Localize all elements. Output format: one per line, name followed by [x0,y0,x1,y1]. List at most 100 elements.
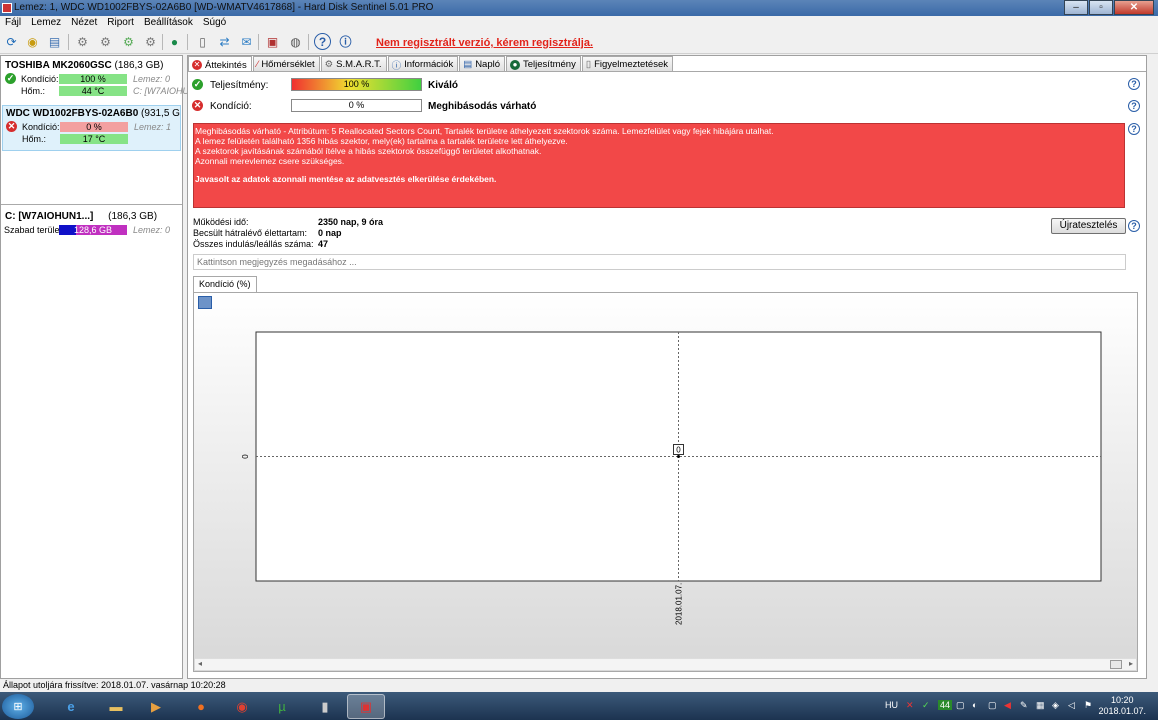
temperature-bar: 17 °C [60,134,128,144]
disk-details-icon[interactable]: ◉ [24,33,41,50]
temperature-tray-badge[interactable]: 44 [938,700,953,710]
help-icon[interactable]: ? [1128,123,1140,135]
chart-tab-condition[interactable]: Kondíció (%) [193,276,257,292]
minimize-button[interactable]: – [1064,0,1088,15]
condition-label: Kondíció: [21,74,59,84]
disk-size: (186,3 GB) [114,60,164,71]
menu-settings[interactable]: Beállítások [139,16,198,30]
phone-app-icon[interactable]: ▮ [306,694,344,719]
remaining-label: Becsült hátralévő élettartam: [193,228,308,238]
tab-temperature[interactable]: ∕ Hőmérséklet [252,56,320,71]
menu-file[interactable]: Fájl [0,16,26,30]
tab-log[interactable]: ▤ Napló [459,56,506,71]
disk-test-icon[interactable]: ⚙ [97,33,114,50]
disk-size: (931,5 GB) [141,108,180,119]
scroll-thumb[interactable] [1110,660,1122,669]
about-icon[interactable]: ⓘ [337,33,354,50]
menu-bar: Fájl Lemez Nézet Riport Beállítások Súgó [0,16,1158,30]
help-icon[interactable]: ? [1128,78,1140,90]
options-icon[interactable]: ◍ [287,33,304,50]
disk-ok-icon[interactable]: ⚙ [120,33,137,50]
scroll-right-icon[interactable]: ▸ [1129,659,1133,668]
condition-bar: 0 % [60,122,128,132]
alerts-icon: ▯ [585,59,592,70]
thermometer-icon: ∕ [256,59,259,70]
clock-time: 10:20 [1110,695,1134,705]
window-title-bar: Lemez: 1, WDC WD1002FBYS-02A6B0 [WD-WMAT… [0,0,1158,16]
tab-smart[interactable]: ⚙ S.M.A.R.T. [320,56,387,71]
registration-link[interactable]: Nem regisztrált verzió, kérem regisztrál… [376,37,593,49]
alert-line: A szektorok javításának számából ítélve … [195,146,542,156]
tab-performance[interactable]: ● Teljesítmény [506,56,581,71]
help-icon[interactable]: ? [1128,100,1140,112]
main-panel: ✕ Áttekintés ∕ Hőmérséklet ⚙ S.M.A.R.T. ⓘ In… [187,55,1147,679]
retest-button[interactable]: Újratesztelés [1051,218,1126,234]
menu-disk[interactable]: Lemez [26,16,66,30]
action-center-icon[interactable]: ⚑ [1084,700,1092,711]
chart-scrollbar[interactable]: ◂ ▸ [195,658,1136,670]
hds-tray-icon[interactable]: ✕ [906,700,914,711]
refresh-icon[interactable]: ⟳ [3,33,20,50]
performance-bar: 100 % [291,78,422,91]
remaining-value: 0 nap [318,228,342,238]
free-space-label: Szabad terület [4,225,63,235]
network-icon[interactable]: ● [166,33,183,50]
tray-icon[interactable]: ✎ [1020,700,1028,711]
start-button[interactable]: ⊞ [2,694,34,719]
disk-tool-icon[interactable]: ⚙ [142,33,159,50]
menu-view[interactable]: Nézet [66,16,102,30]
tray-app-icon[interactable]: ✓ [922,700,930,711]
tab-bar: ✕ Áttekintés ∕ Hőmérséklet ⚙ S.M.A.R.T. ⓘ In… [188,56,674,72]
file-explorer-icon[interactable]: ▬ [97,694,135,719]
alert-line: Meghibásodás várható - Attribútum: 5 Rea… [195,126,774,136]
tray-icon[interactable]: ◐ [972,700,977,710]
alert-settings-icon[interactable]: ▣ [264,33,281,50]
condition-chart: 0 0 2018.01.07. [241,331,1102,625]
media-player-icon[interactable]: ▶ [137,694,175,719]
sync-icon[interactable]: ⇄ [216,33,233,50]
report-icon[interactable]: ▯ [194,33,211,50]
error-icon: ✕ [6,121,17,132]
menu-report[interactable]: Riport [102,16,139,30]
internet-explorer-icon[interactable]: e [52,694,90,719]
tray-icon[interactable]: ▢ [988,700,997,711]
note-field[interactable]: Kattintson megjegyzés megadásához ... [193,254,1126,270]
help-icon[interactable]: ? [1128,220,1140,232]
info-icon: ⓘ [391,60,402,72]
speaker-icon[interactable]: ◀ [1004,700,1011,711]
disk-item-wdc[interactable]: WDC WD1002FBYS-02A6B0 (931,5 GB) ✕ Kondí… [2,105,181,151]
disk-name: WDC WD1002FBYS-02A6B0 [6,108,139,119]
menu-help[interactable]: Súgó [198,16,231,30]
partition-name: C: [W7AIOHUN1...] [5,211,94,222]
maximize-button[interactable]: ▫ [1089,0,1113,15]
tray-icon[interactable]: ◈ [1052,700,1059,711]
tab-information[interactable]: ⓘ Információk [387,56,459,72]
surface-test-icon[interactable]: ⚙ [74,33,91,50]
error-icon: ✕ [192,100,203,111]
condition-bar: 0 % [291,99,422,112]
temperature-bar: 44 °C [59,86,127,96]
language-indicator[interactable]: HU [885,700,898,710]
utorrent-icon[interactable]: µ [263,694,301,719]
app-icon [2,3,12,13]
volume-icon[interactable]: ◁ [1068,700,1075,711]
hard-disk-sentinel-taskbar-icon[interactable]: ▣ [347,694,385,719]
disk-image-icon[interactable]: ▤ [46,33,63,50]
network-tray-icon[interactable]: ▦ [1036,700,1045,711]
tray-icon[interactable]: ▢ [956,700,965,711]
free-space-bar: 128,6 GB [59,225,127,235]
condition-label: Kondíció: [210,101,252,112]
log-icon: ▤ [463,59,473,70]
close-button[interactable]: ✕ [1114,0,1154,15]
scroll-left-icon[interactable]: ◂ [198,659,202,668]
help-icon[interactable]: ? [314,33,331,50]
disk-item-toshiba[interactable]: TOSHIBA MK2060GSC (186,3 GB) ✓ Kondíció:… [2,58,189,105]
send-icon[interactable]: ✉ [238,33,255,50]
tab-overview[interactable]: ✕ Áttekintés [188,56,252,72]
chrome-icon[interactable]: ◉ [223,694,261,719]
partition-item[interactable]: C: [W7AIOHUN1...] (186,3 GB) Szabad terü… [2,209,181,241]
starts-label: Összes indulás/leállás száma: [193,239,314,249]
firefox-icon[interactable]: ● [182,694,220,719]
clock[interactable]: 10:20 2018.01.07. [1098,695,1146,717]
tab-alerts[interactable]: ▯ Figyelmeztetések [581,56,673,71]
